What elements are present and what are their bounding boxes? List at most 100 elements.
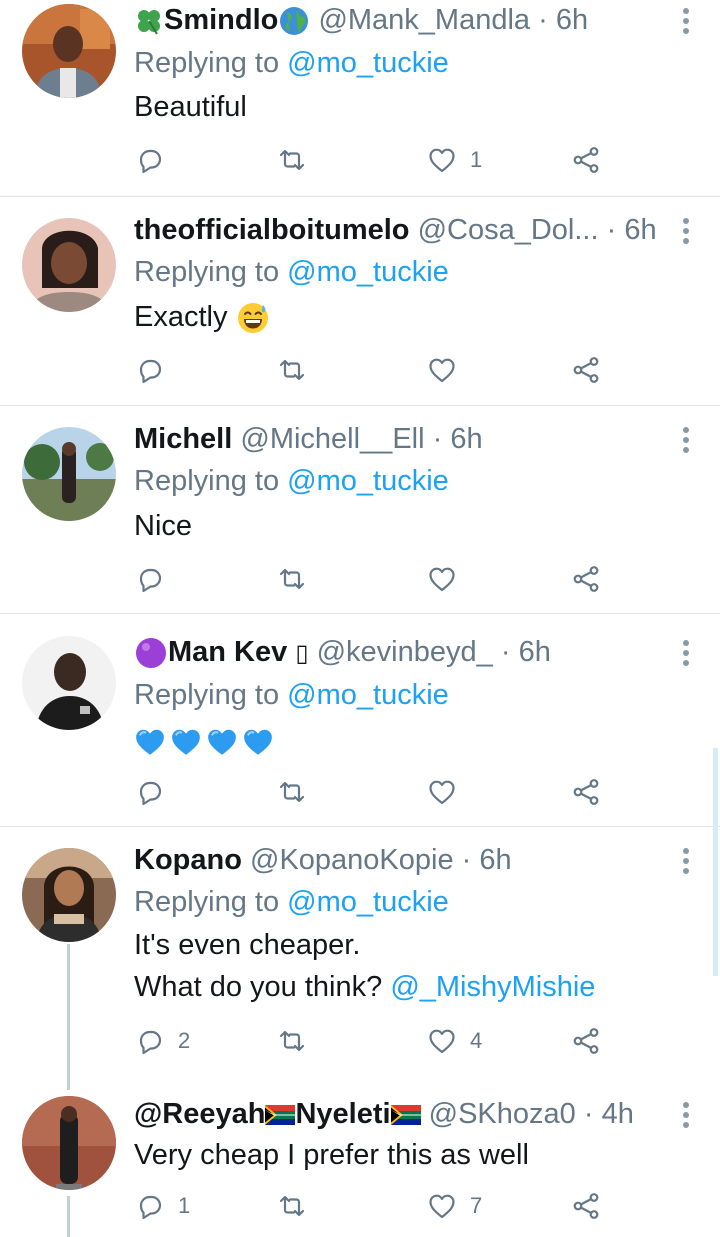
more-options-icon[interactable]: [676, 1102, 696, 1132]
like-button[interactable]: 4: [426, 1021, 482, 1061]
heart-icon: [429, 567, 455, 592]
reply-button[interactable]: [134, 140, 178, 180]
handle[interactable]: @Michell__Ell: [240, 423, 424, 455]
south-africa-flag-icon: [390, 1105, 421, 1126]
replying-to-mention[interactable]: @mo_tuckie: [287, 886, 449, 918]
reply-button[interactable]: [134, 350, 178, 390]
avatar[interactable]: [22, 4, 116, 98]
reply-icon: [139, 568, 162, 593]
globe-icon: [280, 7, 309, 36]
tweet-text-content: Exactly: [134, 301, 228, 333]
share-button[interactable]: [570, 140, 602, 180]
avatar[interactable]: [22, 636, 116, 730]
purple-circle-icon: [136, 638, 166, 669]
like-button[interactable]: [426, 772, 470, 812]
share-button[interactable]: [570, 1021, 602, 1061]
retweet-button[interactable]: [276, 1186, 320, 1226]
timestamp[interactable]: 6h: [479, 844, 511, 876]
tweet[interactable]: Smindlo @Mank_Mandla · 6h Replying to @m…: [0, 0, 720, 196]
like-button[interactable]: 7: [426, 1186, 482, 1226]
share-icon: [573, 1193, 599, 1219]
replying-to-label: Replying to: [134, 256, 280, 288]
avatar[interactable]: [22, 218, 116, 312]
more-options-icon[interactable]: [676, 848, 696, 878]
four-leaf-clover-icon: [138, 10, 160, 35]
divider: [0, 613, 720, 614]
handle[interactable]: @SKhoza0: [429, 1098, 576, 1130]
display-name[interactable]: Smindlo: [164, 4, 278, 36]
timestamp[interactable]: 4h: [602, 1098, 634, 1130]
avatar[interactable]: [22, 427, 116, 521]
timestamp[interactable]: 6h: [450, 423, 482, 455]
retweet-button[interactable]: [276, 140, 320, 180]
reply-count: 2: [178, 1028, 191, 1053]
tweet-text: Very cheap I prefer this as well: [134, 1139, 529, 1171]
reply-button[interactable]: [134, 559, 178, 599]
display-name-part[interactable]: Nyeleti: [295, 1098, 390, 1130]
handle[interactable]: @KopanoKopie: [250, 844, 454, 876]
replying-to-mention[interactable]: @mo_tuckie: [287, 47, 449, 79]
text-mention[interactable]: @_MishyMishie: [390, 971, 595, 1003]
tweet-actions: [0, 559, 720, 599]
retweet-button[interactable]: [276, 350, 320, 390]
blue-heart-icon: [171, 729, 201, 757]
retweet-button[interactable]: [276, 772, 320, 812]
timestamp[interactable]: 6h: [556, 4, 588, 36]
replying-to-mention[interactable]: @mo_tuckie: [287, 465, 449, 497]
tweet-text: It's even cheaper. What do you think? @_…: [134, 924, 595, 1008]
handle[interactable]: @Cosa_Dol...: [418, 214, 599, 246]
share-button[interactable]: [570, 350, 602, 390]
scrollbar[interactable]: [713, 748, 718, 976]
tweet[interactable]: theofficialboitumelo @Cosa_Dol... · 6h R…: [0, 210, 720, 404]
more-options-icon[interactable]: [676, 8, 696, 38]
share-button[interactable]: [570, 772, 602, 812]
tweet-text-content: What do you think?: [134, 971, 383, 1003]
tweet-actions: 1: [0, 140, 720, 180]
share-button[interactable]: [570, 559, 602, 599]
retweet-button[interactable]: [276, 559, 320, 599]
timestamp[interactable]: 6h: [624, 214, 656, 246]
like-button[interactable]: 1: [426, 140, 482, 180]
like-count: 4: [470, 1028, 483, 1053]
retweet-icon: [279, 149, 305, 171]
reply-button[interactable]: 2: [134, 1021, 190, 1061]
handle[interactable]: @kevinbeyd_: [317, 636, 493, 668]
more-options-icon[interactable]: [676, 427, 696, 457]
tweet[interactable]: Michell @Michell__Ell · 6h Replying to @…: [0, 419, 720, 613]
tweet-header: Michell @Michell__Ell · 6h: [134, 419, 664, 459]
share-button[interactable]: [570, 1186, 602, 1226]
grinning-sweat-icon: [237, 303, 268, 334]
display-name[interactable]: Michell: [134, 423, 232, 455]
reply-button[interactable]: [134, 772, 178, 812]
separator: ·: [606, 214, 617, 246]
display-name[interactable]: @Reeyah: [134, 1098, 265, 1130]
tweet[interactable]: Man Kev ▯ @kevinbeyd_ · 6h Replying to @…: [0, 632, 720, 826]
tweet[interactable]: @Reeyah Nyeleti @SKhoza0 · 4h Very cheap …: [0, 1094, 720, 1237]
display-name[interactable]: Kopano: [134, 844, 242, 876]
replying-to-label: Replying to: [134, 679, 280, 711]
retweet-icon: [279, 1030, 305, 1052]
display-name[interactable]: Man Kev: [168, 636, 287, 668]
like-button[interactable]: [426, 350, 470, 390]
heart-icon: [429, 148, 455, 173]
divider: [0, 405, 720, 406]
reply-icon: [139, 359, 162, 384]
tweet-text: [134, 720, 274, 762]
timestamp[interactable]: 6h: [519, 636, 551, 668]
handle[interactable]: @Mank_Mandla: [318, 4, 530, 36]
display-name[interactable]: theofficialboitumelo: [134, 214, 410, 246]
avatar[interactable]: [22, 848, 116, 942]
replying-to-mention[interactable]: @mo_tuckie: [287, 679, 449, 711]
retweet-icon: [279, 1195, 305, 1217]
reply-icon: [139, 781, 162, 806]
like-button[interactable]: [426, 559, 470, 599]
more-options-icon[interactable]: [676, 640, 696, 670]
tweet[interactable]: Kopano @KopanoKopie · 6h Replying to @mo…: [0, 840, 720, 1080]
replying-to-mention[interactable]: @mo_tuckie: [287, 256, 449, 288]
tweet-header: @Reeyah Nyeleti @SKhoza0 · 4h: [134, 1094, 664, 1134]
blue-heart-icon: [135, 729, 165, 757]
avatar[interactable]: [22, 1096, 116, 1190]
more-options-icon[interactable]: [676, 218, 696, 248]
retweet-button[interactable]: [276, 1021, 320, 1061]
reply-button[interactable]: 1: [134, 1186, 190, 1226]
